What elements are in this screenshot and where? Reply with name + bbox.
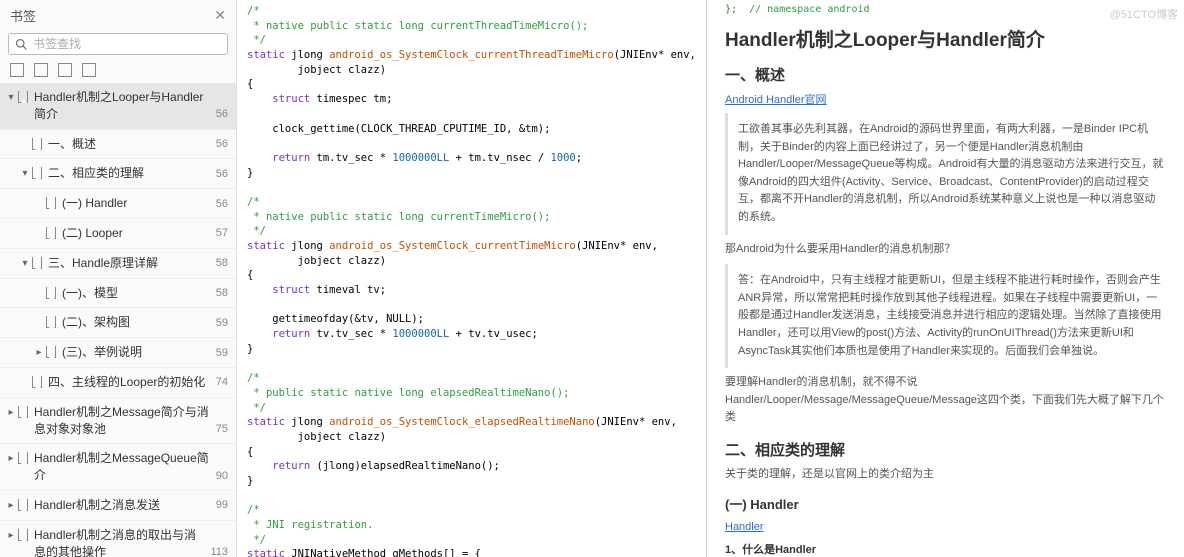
sidebar-header: 书签 ✕	[0, 0, 236, 29]
bookmark-item[interactable]: ▸(一) Handler56	[0, 189, 236, 219]
page-number: 59	[216, 316, 228, 331]
bookmark-label: Handler机制之消息的取出与消息的其他操作	[34, 527, 204, 557]
bookmark-icon	[46, 197, 56, 209]
bookmark-icon	[32, 257, 42, 269]
chevron-icon[interactable]: ▸	[34, 346, 44, 360]
search-input[interactable]	[33, 37, 221, 51]
close-icon[interactable]: ✕	[214, 7, 226, 24]
classes-intro: 关于类的理解，还是以官网上的类介绍为主	[725, 466, 1166, 484]
code-block: /* * native public static long currentTh…	[247, 4, 706, 557]
page-number: 74	[216, 375, 228, 390]
page-number: 56	[216, 197, 228, 212]
why-question: 那Android为什么要采用Handler的消息机制那？	[725, 241, 1166, 259]
bookmark-item[interactable]: ▾ 三、Handle原理详解 58	[0, 249, 236, 279]
code-pane: /* * native public static long currentTh…	[237, 0, 707, 557]
search-box[interactable]	[8, 33, 228, 55]
chevron-icon[interactable]: ▸	[6, 529, 16, 543]
bookmark-icon	[46, 287, 56, 299]
page-number: 99	[216, 498, 228, 513]
page-number: 58	[216, 256, 228, 271]
bookmark-item[interactable]: ▸ Handler机制之Message简介与消息对象对象池 75	[0, 398, 236, 445]
bookmark-icon	[46, 346, 56, 358]
bookmark-icon	[32, 138, 42, 150]
article-pane: @51CTO博客 }; // namespace android Handler…	[707, 0, 1184, 557]
bookmark-item[interactable]: ▾ Handler机制之Looper与Handler简介 56	[0, 83, 236, 130]
chevron-icon[interactable]: ▾	[6, 91, 16, 105]
bookmark-label: (一)、模型	[62, 285, 210, 302]
bookmark-icon	[18, 406, 28, 418]
page-number: 113	[210, 545, 228, 557]
bookmark-label: 三、Handle原理详解	[48, 255, 210, 272]
search-wrap	[0, 29, 236, 59]
bookmark-icon	[32, 167, 42, 179]
bookmark-label: Handler机制之消息发送	[34, 497, 210, 514]
tool-expand-icon[interactable]	[10, 63, 24, 77]
bookmark-label: Handler机制之Message简介与消息对象对象池	[34, 404, 210, 438]
page-number: 75	[216, 422, 228, 437]
bookmark-item[interactable]: ▸ Handler机制之MessageQueue简介 90	[0, 444, 236, 491]
bookmarks-sidebar: 书签 ✕ ▾ Handler机制之Looper与Handler简介 56 ▸ 一、概述 5…	[0, 0, 237, 557]
page-number: 56	[216, 107, 228, 122]
page-number: 90	[216, 469, 228, 484]
page-number: 57	[216, 226, 228, 241]
overview-quote: 工欲善其事必先利其器，在Android的源码世界里面，有两大利器，一是Binde…	[725, 113, 1166, 235]
handler-link[interactable]: Handler	[725, 521, 764, 533]
bookmark-item[interactable]: ▸一、概述56	[0, 130, 236, 160]
bookmark-item[interactable]: ▸ (三)、举例说明 59	[0, 338, 236, 368]
bookmark-icon	[18, 499, 28, 511]
bookmark-icon	[32, 376, 42, 388]
bookmark-icon	[18, 452, 28, 464]
bookmark-icon	[18, 91, 28, 103]
bookmark-label: 四、主线程的Looper的初始化	[48, 374, 210, 391]
chevron-icon[interactable]: ▸	[6, 452, 16, 466]
overview-para: 工欲善其事必先利其器，在Android的源码世界里面，有两大利器，一是Binde…	[738, 121, 1166, 227]
prev-code-tail: }; // namespace android	[725, 4, 1166, 15]
bookmark-label: Handler机制之MessageQueue简介	[34, 450, 210, 484]
page-number: 56	[216, 137, 228, 152]
article-title: Handler机制之Looper与Handler简介	[725, 25, 1166, 52]
bookmark-item[interactable]: ▸(二)、架构图59	[0, 308, 236, 338]
bookmark-icon	[46, 316, 56, 328]
watermark: @51CTO博客	[1110, 6, 1178, 22]
bookmark-item[interactable]: ▸ Handler机制之消息发送 99	[0, 491, 236, 521]
chevron-icon[interactable]: ▾	[20, 257, 30, 271]
subsection-handler: (一) Handler	[725, 494, 1166, 513]
bookmark-label: (三)、举例说明	[62, 344, 210, 361]
bookmark-item[interactable]: ▸(一)、模型58	[0, 279, 236, 309]
answer-quote: 答：在Android中，只有主线程才能更新UI，但是主线程不能进行耗时操作，否则…	[725, 264, 1166, 368]
bookmark-icon	[18, 529, 28, 541]
chevron-icon[interactable]: ▸	[6, 406, 16, 420]
bookmark-label: Handler机制之Looper与Handler简介	[34, 89, 210, 123]
chevron-icon[interactable]: ▸	[6, 499, 16, 513]
what-is-handler: 1、什么是Handler	[725, 541, 1166, 557]
tool-bookmark-icon[interactable]	[58, 63, 72, 77]
tool-bookmark2-icon[interactable]	[82, 63, 96, 77]
section-classes: 二、相应类的理解	[725, 439, 1166, 460]
tool-collapse-icon[interactable]	[34, 63, 48, 77]
search-icon	[15, 38, 27, 50]
bookmark-label: (二)、架构图	[62, 314, 210, 331]
bookmark-item[interactable]: ▸(二) Looper57	[0, 219, 236, 249]
bookmark-icon	[46, 227, 56, 239]
handler-doc-link[interactable]: Android Handler官网	[725, 94, 827, 106]
section-overview: 一、概述	[725, 64, 1166, 85]
sidebar-toolbar	[0, 59, 236, 83]
answer-para: 答：在Android中，只有主线程才能更新UI，但是主线程不能进行耗时操作，否则…	[738, 272, 1166, 360]
bookmark-item[interactable]: ▸四、主线程的Looper的初始化74	[0, 368, 236, 398]
page-number: 59	[216, 346, 228, 361]
summary-para: 要理解Handler的消息机制，就不得不说Handler/Looper/Mess…	[725, 374, 1166, 427]
page-number: 56	[216, 167, 228, 182]
bookmark-label: 一、概述	[48, 136, 210, 153]
sidebar-title: 书签	[10, 6, 36, 25]
bookmark-label: (一) Handler	[62, 195, 210, 212]
bookmark-label: (二) Looper	[62, 225, 210, 242]
bookmark-item[interactable]: ▸ Handler机制之消息的取出与消息的其他操作 113	[0, 521, 236, 557]
page-number: 58	[216, 286, 228, 301]
bookmark-tree: ▾ Handler机制之Looper与Handler简介 56 ▸ 一、概述 56 ▾ 二、相…	[0, 83, 236, 557]
chevron-icon[interactable]: ▾	[20, 167, 30, 181]
bookmark-label: 二、相应类的理解	[48, 165, 210, 182]
bookmark-item[interactable]: ▾ 二、相应类的理解 56	[0, 159, 236, 189]
